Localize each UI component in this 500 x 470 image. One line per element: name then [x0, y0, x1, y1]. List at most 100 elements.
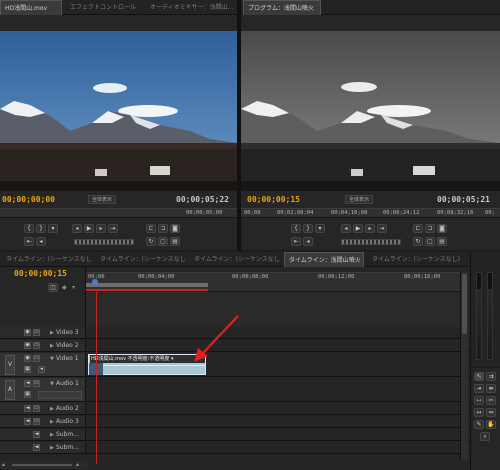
expand-icon[interactable]: ▶: [50, 432, 54, 438]
zoom-out-icon[interactable]: ▴: [2, 461, 5, 468]
collapse-icon[interactable]: ▼: [50, 356, 54, 362]
source-time-ruler[interactable]: 00;00;05;00: [0, 208, 237, 218]
marker-icon[interactable]: ▾: [48, 224, 58, 233]
pen-tool-icon[interactable]: ✎: [474, 420, 484, 429]
program-current-timecode[interactable]: 00;00;00;15: [247, 195, 300, 204]
keyframe-nav-icon[interactable]: ◂: [38, 366, 45, 373]
timeline-tab-active[interactable]: タイムライン：浅間山噴火: [284, 252, 364, 267]
slip-tool-icon[interactable]: ↔: [474, 408, 484, 417]
lock-icon[interactable]: ▭: [33, 342, 40, 349]
export-frame-icon[interactable]: ◙: [437, 224, 447, 233]
eye-icon[interactable]: ◉: [24, 329, 31, 336]
output-icon[interactable]: ▤: [437, 237, 447, 246]
source-zoom-select[interactable]: 全体表示: [88, 195, 117, 204]
lock-icon[interactable]: ▭: [33, 329, 40, 336]
expand-icon[interactable]: ▶: [50, 419, 54, 425]
opacity-line[interactable]: [103, 365, 205, 366]
source-current-timecode[interactable]: 00;00;00;00: [2, 195, 55, 204]
ripple-edit-tool-icon[interactable]: ⇥: [474, 384, 484, 393]
keyframe-icon[interactable]: ▾: [72, 284, 75, 291]
eye-icon[interactable]: ◉: [24, 355, 31, 362]
timeline-v-scrollbar[interactable]: [460, 272, 468, 460]
step-back-icon[interactable]: ◂: [72, 224, 82, 233]
jog-wheel[interactable]: [341, 239, 401, 245]
tab-effect-controls[interactable]: エフェクトコントロール: [66, 0, 138, 15]
extract-icon[interactable]: ⊐: [425, 224, 435, 233]
step-back-icon[interactable]: ◂: [341, 224, 351, 233]
snap-icon[interactable]: ◫: [48, 283, 58, 292]
loop-icon[interactable]: ↻: [146, 237, 156, 246]
collapse-icon[interactable]: ▼: [50, 381, 54, 387]
rolling-edit-tool-icon[interactable]: ⇼: [486, 384, 496, 393]
timeline-tab-0[interactable]: タイムライン：(シーケンスなし): [2, 252, 92, 267]
expand-icon[interactable]: ▶: [50, 330, 54, 336]
zoom-slider-track[interactable]: [12, 464, 72, 466]
play-icon[interactable]: ▶: [84, 224, 94, 233]
audio-slot[interactable]: [38, 391, 82, 399]
output-icon[interactable]: ▤: [170, 237, 180, 246]
timeline-zoom-bar[interactable]: ▴ ▴: [0, 461, 88, 469]
set-out-icon[interactable]: }: [36, 224, 46, 233]
speaker-icon[interactable]: ◄: [24, 418, 31, 425]
step-forward-icon[interactable]: ▸: [96, 224, 106, 233]
set-out-icon[interactable]: }: [303, 224, 313, 233]
lock-icon[interactable]: ▭: [33, 355, 40, 362]
track-select-tool-icon[interactable]: ⇉: [486, 372, 496, 381]
selection-tool-icon[interactable]: ↖: [474, 372, 484, 381]
safe-margins-icon[interactable]: ▢: [425, 237, 435, 246]
lock-icon[interactable]: ▭: [33, 405, 40, 412]
goto-in-icon[interactable]: ⇤: [291, 237, 301, 246]
timeline-ruler[interactable]: 00;00 00;00;04;00 00;00;08;00 00;00;12;0…: [86, 272, 460, 292]
goto-out-icon[interactable]: ⇥: [108, 224, 118, 233]
eye-icon[interactable]: ◉: [24, 342, 31, 349]
lift-icon[interactable]: ⊏: [413, 224, 423, 233]
set-in-icon[interactable]: {: [24, 224, 34, 233]
lock-icon[interactable]: ▭: [33, 380, 40, 387]
play-icon[interactable]: ▶: [353, 224, 363, 233]
shuttle-back-icon[interactable]: ◂: [36, 237, 46, 246]
target-v-marker[interactable]: V: [5, 355, 15, 375]
speaker-icon[interactable]: ◄: [24, 405, 31, 412]
goto-out-icon[interactable]: ⇥: [377, 224, 387, 233]
hand-tool-icon[interactable]: ✋: [486, 420, 496, 429]
timeline-tab-4[interactable]: タイムライン：(シーケンスなし): [368, 252, 468, 267]
jog-wheel[interactable]: [74, 239, 134, 245]
step-forward-icon[interactable]: ▸: [365, 224, 375, 233]
expand-icon[interactable]: ▶: [50, 445, 54, 451]
tab-audio-mixer[interactable]: オーディオミキサー：浅間山...: [146, 0, 236, 15]
speaker-icon[interactable]: ◄: [33, 431, 40, 438]
overlay-icon[interactable]: ⊐: [158, 224, 168, 233]
marker-icon[interactable]: ▾: [315, 224, 325, 233]
tab-program-monitor[interactable]: プログラム：浅間山噴火: [243, 0, 321, 15]
program-zoom-select[interactable]: 全体表示: [345, 195, 374, 204]
set-in-icon[interactable]: {: [291, 224, 301, 233]
loop-icon[interactable]: ↻: [413, 237, 423, 246]
zoom-in-icon[interactable]: ▴: [76, 461, 79, 468]
expand-icon[interactable]: ▶: [50, 343, 54, 349]
display-style-icon[interactable]: ▦: [24, 366, 31, 373]
program-time-ruler[interactable]: 00;00 00;02;08;04 00;04;16;08 00;06;24;1…: [241, 208, 500, 218]
lock-icon[interactable]: ▭: [33, 418, 40, 425]
rate-stretch-tool-icon[interactable]: ⇿: [474, 396, 484, 405]
work-area-bar[interactable]: [86, 283, 208, 287]
safe-margins-icon[interactable]: ▢: [158, 237, 168, 246]
scroll-thumb[interactable]: [462, 274, 467, 334]
playhead-line[interactable]: [96, 292, 97, 464]
marker-icon[interactable]: ◆: [62, 284, 67, 291]
speaker-icon[interactable]: ◄: [33, 444, 40, 451]
target-a-marker[interactable]: A: [5, 380, 15, 400]
shuttle-back-icon[interactable]: ◂: [303, 237, 313, 246]
razor-tool-icon[interactable]: ✂: [486, 396, 496, 405]
zoom-tool-icon[interactable]: ⌕: [480, 432, 490, 441]
tab-source-clip[interactable]: HD浅間山.mov: [0, 0, 62, 15]
expand-icon[interactable]: ▶: [50, 406, 54, 412]
goto-in-icon[interactable]: ⇤: [24, 237, 34, 246]
timeline-current-timecode[interactable]: 00;00;00;15: [14, 269, 67, 278]
export-frame-icon[interactable]: ◙: [170, 224, 180, 233]
slide-tool-icon[interactable]: ⇔: [486, 408, 496, 417]
insert-icon[interactable]: ⊏: [146, 224, 156, 233]
speaker-icon[interactable]: ◄: [24, 380, 31, 387]
timeline-tab-2[interactable]: タイムライン：(シーケンスなし): [190, 252, 280, 267]
playhead-handle[interactable]: [92, 279, 98, 285]
display-style-icon[interactable]: ▦: [24, 391, 31, 398]
